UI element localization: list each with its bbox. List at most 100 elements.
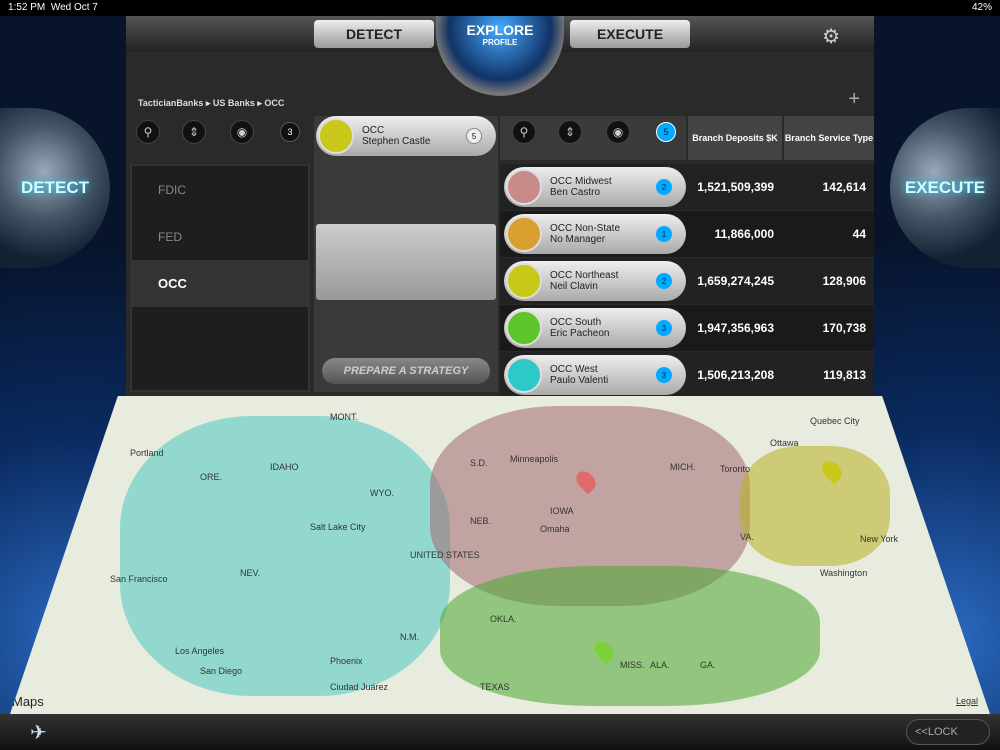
list-item-occ[interactable]: OCC (132, 260, 308, 307)
map-label: IDAHO (270, 462, 299, 472)
eye-icon[interactable]: ◉ (230, 120, 254, 144)
map-label: San Diego (200, 666, 243, 676)
building-icon (506, 357, 542, 393)
node-title: OCC Non-State (550, 223, 621, 234)
node-manager: Ben Castro (550, 187, 601, 198)
profile-label: PROFILE (482, 38, 518, 47)
child-node[interactable]: OCC South Eric Pacheon 3 (504, 308, 686, 348)
building-icon (506, 310, 542, 346)
node-title: OCC Northeast (550, 270, 619, 281)
map-label: NEB. (470, 516, 492, 526)
deposits-cell: 1,947,356,963 (697, 321, 774, 335)
parent-count: 5 (466, 128, 482, 144)
node-title: OCC Midwest (550, 176, 612, 187)
map-label: MONT. (330, 412, 358, 422)
parent-node[interactable]: OCC Stephen Castle 5 (316, 116, 496, 156)
search-icon[interactable]: ⚲ (136, 120, 160, 144)
map-label: ALA. (650, 660, 670, 670)
deposits-cell: 1,521,509,399 (697, 180, 774, 194)
node-count: 3 (656, 320, 672, 336)
legal-link[interactable]: Legal (956, 696, 978, 706)
node-manager: Eric Pacheon (550, 328, 610, 339)
child-node[interactable]: OCC Northeast Neil Clavin 2 (504, 261, 686, 301)
node-count: 2 (656, 273, 672, 289)
node-count: 2 (656, 179, 672, 195)
map-label: Ciudad Juárez (330, 682, 389, 692)
map-label: NEV. (240, 568, 261, 578)
service-cell: 142,614 (822, 180, 866, 194)
deposits-cell: 1,659,274,245 (697, 274, 774, 288)
explore-label: EXPLORE (466, 22, 534, 38)
map-label: Los Angeles (175, 646, 225, 656)
maps-brand: Maps (12, 694, 44, 709)
column-header-deposits[interactable]: Branch Deposits $K (688, 116, 782, 160)
battery: 42% (971, 2, 992, 13)
child-node[interactable]: OCC West Paulo Valenti 3 (504, 355, 686, 395)
parent-manager: Stephen Castle (362, 136, 431, 147)
date: Wed Oct 7 (50, 2, 98, 13)
map[interactable]: MONT. IDAHO ORE. WYO. NEV. Portland Salt Lake … (10, 396, 990, 714)
northeast-region (740, 446, 890, 566)
map-label: Ottawa (770, 438, 799, 448)
map-label: New York (860, 534, 899, 544)
list-item-fed[interactable]: FED (132, 213, 308, 260)
building-icon (318, 118, 354, 154)
map-label: IOWA (550, 506, 574, 516)
service-cell: 119,813 (823, 368, 866, 382)
breadcrumb: TacticianBanks ▸ US Banks ▸ OCC (138, 98, 285, 108)
service-cell: 128,906 (822, 274, 866, 288)
add-button[interactable]: + (848, 88, 860, 111)
lock-slider[interactable]: <<LOCK (906, 719, 990, 745)
west-region (120, 416, 450, 696)
service-cell: 170,738 (822, 321, 866, 335)
map-label: Phoenix (330, 656, 363, 666)
lock-label: <<LOCK (915, 726, 958, 738)
map-label: Quebec City (810, 416, 860, 426)
status-bar: 1:52 PM Wed Oct 7 42% (0, 0, 1000, 16)
child-node[interactable]: OCC Midwest Ben Castro 2 (504, 167, 686, 207)
logo-icon: ✈ (30, 722, 47, 744)
node-count: 3 (656, 367, 672, 383)
bottom-bar: ✈ <<LOCK (0, 714, 1000, 750)
node-manager: Neil Clavin (550, 281, 598, 292)
time: 1:52 PM (8, 2, 46, 13)
deposits-cell: 11,866,000 (714, 227, 774, 241)
map-label: S.D. (470, 458, 488, 468)
map-label: Omaha (540, 524, 570, 534)
map-label: VA. (740, 532, 754, 542)
node-title: OCC South (550, 317, 602, 328)
execute-orb-label: EXECUTE (904, 178, 986, 197)
tab-detect[interactable]: DETECT (314, 20, 434, 48)
column-header-service[interactable]: Branch Service Type (784, 116, 874, 160)
eye-icon[interactable]: ◉ (606, 120, 630, 144)
detect-orb-label: DETECT (21, 178, 89, 197)
prepare-strategy-button[interactable]: PREPARE A STRATEGY (322, 358, 490, 384)
sort-icon[interactable]: ⇕ (182, 120, 206, 144)
map-label: Portland (130, 448, 164, 458)
building-icon (506, 216, 542, 252)
node-count: 1 (656, 226, 672, 242)
map-label: San Francisco (110, 574, 168, 584)
map-label: Minneapolis (510, 454, 559, 464)
map-label: ORE. (200, 472, 223, 482)
regulator-list[interactable]: FDIC FED OCC (130, 164, 310, 392)
child-node[interactable]: OCC Non-State No Manager 1 (504, 214, 686, 254)
tab-execute[interactable]: EXECUTE (570, 20, 690, 48)
building-icon (506, 263, 542, 299)
list-item-fdic[interactable]: FDIC (132, 166, 308, 213)
map-label: GA. (700, 660, 716, 670)
deposits-cell: 1,506,213,208 (697, 368, 774, 382)
empty-slot (316, 224, 496, 300)
gear-icon[interactable]: ⚙ (822, 24, 840, 49)
map-label: OKLA. (490, 614, 517, 624)
map-label: N.M. (400, 632, 419, 642)
sort-icon[interactable]: ⇕ (558, 120, 582, 144)
search-icon[interactable]: ⚲ (512, 120, 536, 144)
building-icon (506, 169, 542, 205)
map-label: MISS. (620, 660, 645, 670)
node-title: OCC West (550, 364, 598, 375)
child-count-badge: 5 (656, 122, 676, 142)
map-label: Salt Lake City (310, 522, 366, 532)
map-label: Toronto (720, 464, 751, 474)
node-manager: No Manager (550, 234, 606, 245)
